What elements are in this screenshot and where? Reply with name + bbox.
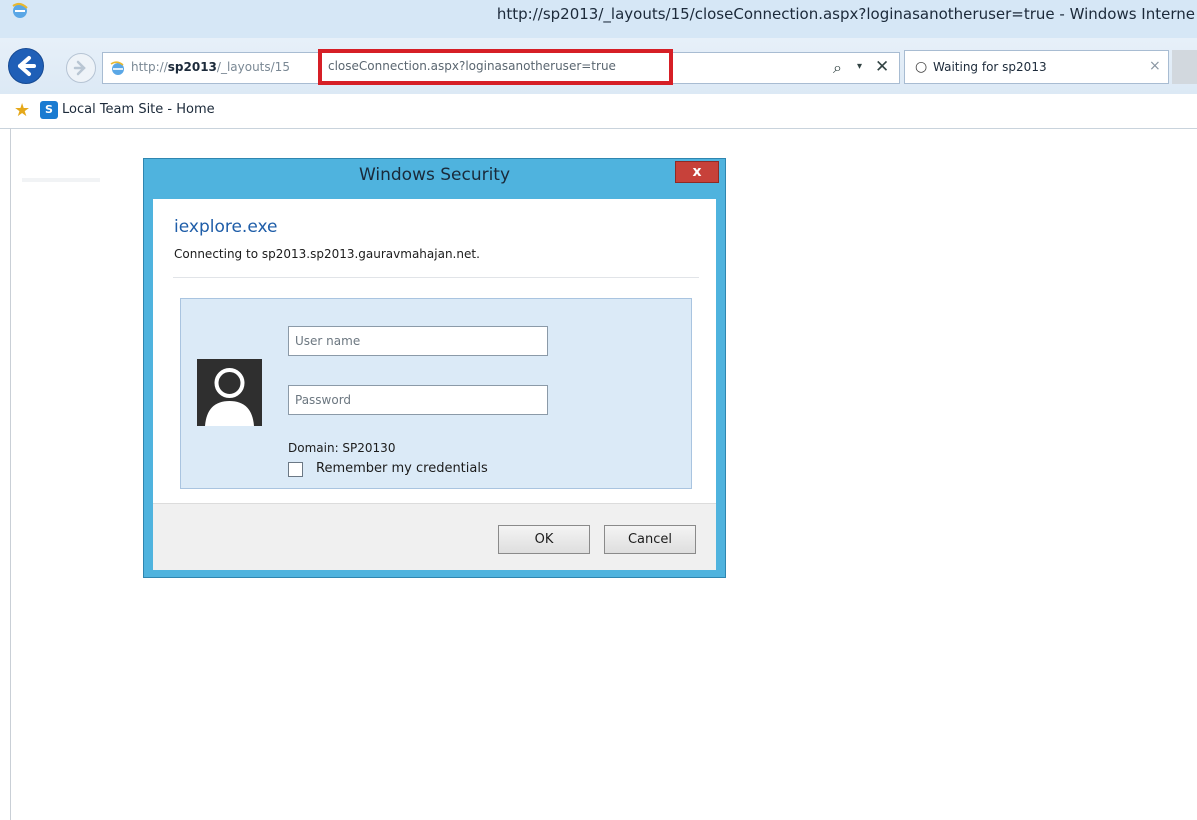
internet-explorer-icon [12,2,28,18]
page-icon [110,61,124,75]
tab-title: Waiting for sp2013 [933,60,1047,74]
url-highlight-box: closeConnection.aspx?loginasanotheruser=… [318,49,673,85]
forward-arrow-icon [73,60,86,76]
app-name: iexplore.exe [174,217,278,237]
dialog-title: Windows Security [358,165,511,185]
dialog-footer: OK Cancel [153,503,716,570]
page-edge [10,128,11,820]
sharepoint-icon: S [40,101,58,119]
back-arrow-icon [18,56,36,76]
remember-credentials-checkbox[interactable] [288,462,303,477]
browser-window: http://sp2013/_layouts/15/closeConnectio… [0,0,1197,820]
tab-waiting[interactable]: ○ Waiting for sp2013 × [904,50,1169,84]
ok-button[interactable]: OK [498,525,590,554]
back-button[interactable] [8,48,44,84]
new-tab-button[interactable] [1172,50,1197,84]
address-bar[interactable]: http://sp2013/_layouts/15 closeConnectio… [102,49,900,85]
page-placeholder-bar [22,178,100,182]
url-prefix: http://sp2013/_layouts/15 [131,60,290,74]
search-icon[interactable]: ⌕ [833,58,842,78]
stop-icon[interactable]: ✕ [875,57,889,77]
favorites-bar: ★ S Local Team Site - Home [0,94,1197,129]
title-bar: http://sp2013/_layouts/15/closeConnectio… [0,0,1197,38]
divider [173,277,699,278]
forward-button[interactable] [66,53,96,83]
favorites-star-icon[interactable]: ★ [14,100,30,121]
credential-panel: Domain: SP20130 Remember my credentials [180,298,692,489]
url-highlighted-text: closeConnection.aspx?loginasanotheruser=… [328,59,616,73]
dialog-body: iexplore.exe Connecting to sp2013.sp2013… [153,199,716,570]
cancel-button[interactable]: Cancel [604,525,696,554]
remember-credentials-label[interactable]: Remember my credentials [316,461,488,476]
url-path: /_layouts/15 [216,60,290,74]
url-scheme: http:// [131,60,168,74]
dialog-close-button[interactable]: x [675,161,719,183]
password-input[interactable] [288,385,548,415]
tab-close-icon[interactable]: × [1149,58,1161,74]
chevron-down-icon[interactable]: ▾ [857,61,862,72]
favorite-link-local-team-site[interactable]: Local Team Site - Home [62,102,215,117]
navigation-bar: http://sp2013/_layouts/15 closeConnectio… [0,38,1197,94]
user-avatar-icon [197,359,262,426]
window-title: http://sp2013/_layouts/15/closeConnectio… [496,5,1195,23]
windows-security-dialog: Windows Security x iexplore.exe Connecti… [143,158,726,578]
connecting-text: Connecting to sp2013.sp2013.gauravmahaja… [174,247,480,261]
loading-spinner-icon: ○ [915,59,928,75]
username-input[interactable] [288,326,548,356]
url-host: sp2013 [167,60,217,74]
domain-label: Domain: SP20130 [288,441,396,455]
